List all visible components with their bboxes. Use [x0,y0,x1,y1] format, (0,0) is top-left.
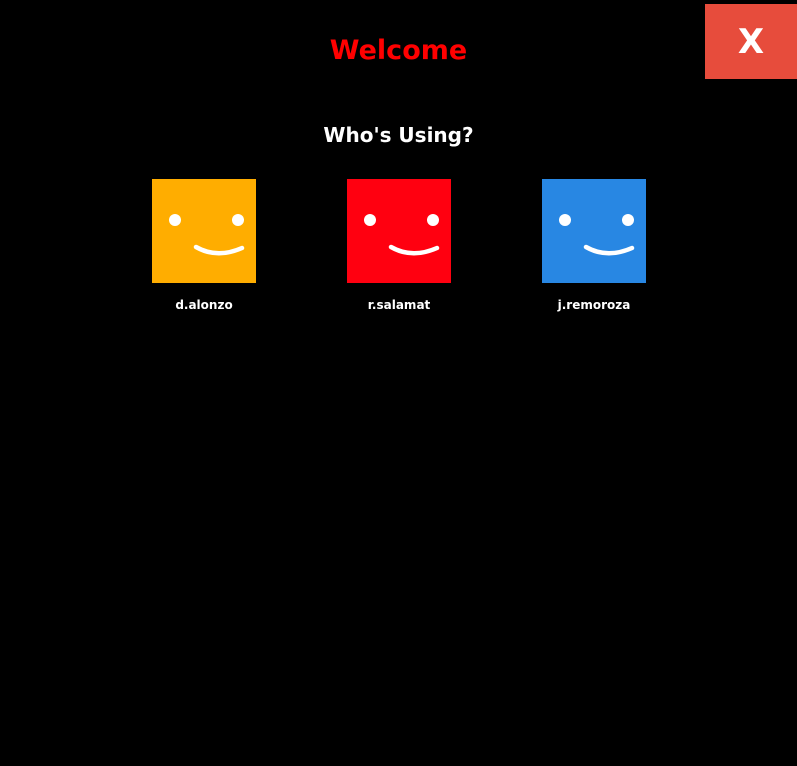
avatar[interactable] [542,179,646,283]
smiley-face-icon [542,179,646,283]
smiley-face-icon [152,179,256,283]
profile-name[interactable]: j.remoroza [529,297,659,313]
avatar[interactable] [347,179,451,283]
profile-name[interactable]: r.salamat [334,297,464,313]
page-title: Welcome [329,35,468,66]
smiley-face-icon [347,179,451,283]
profile-name[interactable]: d.alonzo [139,297,269,313]
profile-prompt: Who's Using? [323,123,474,147]
avatar[interactable] [152,179,256,283]
